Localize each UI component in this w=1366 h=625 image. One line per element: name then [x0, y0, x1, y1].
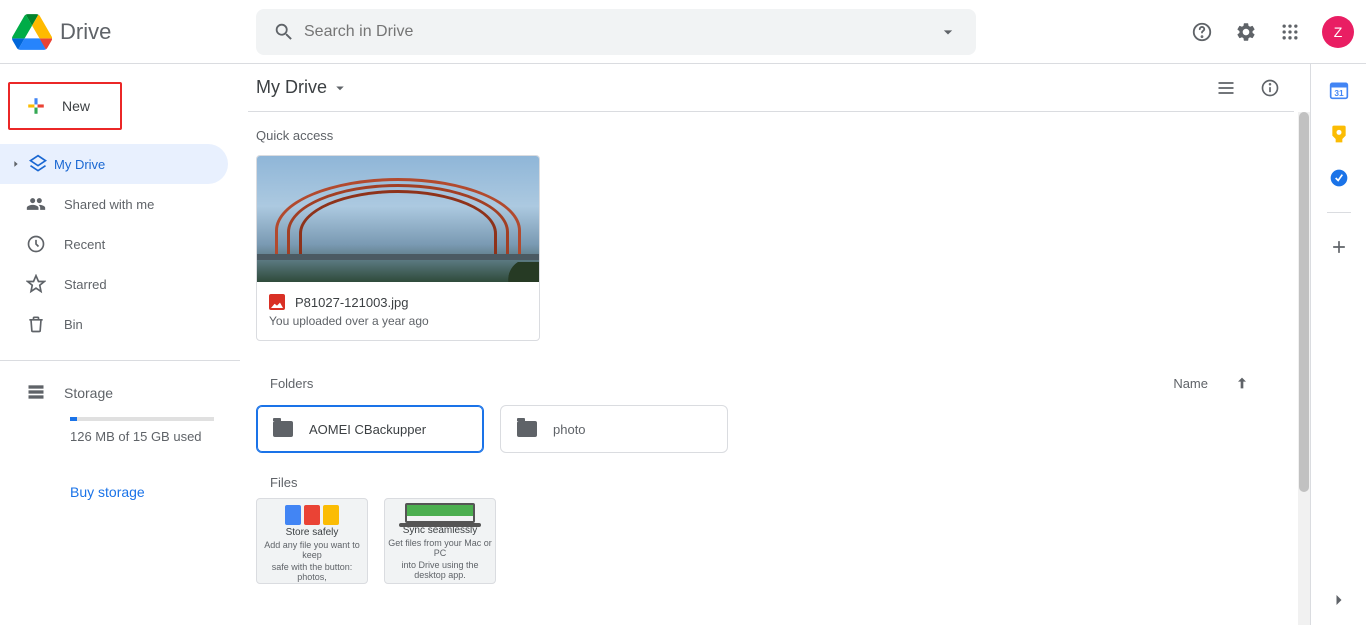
search-options[interactable] — [928, 12, 968, 52]
folder-card[interactable]: AOMEI CBackupper — [256, 405, 484, 453]
apps-button[interactable] — [1270, 12, 1310, 52]
app-name: Drive — [60, 19, 111, 45]
search-button[interactable] — [264, 12, 304, 52]
laptop-icon — [405, 503, 475, 523]
content-header: My Drive — [248, 64, 1294, 112]
expand-icon[interactable] — [10, 159, 22, 169]
apps-grid-icon — [1280, 22, 1300, 42]
dropdown-icon — [331, 79, 349, 97]
clock-icon — [26, 234, 46, 254]
sort-control[interactable]: Name — [1173, 375, 1250, 391]
promo-card[interactable]: Store safely Add any file you want to ke… — [256, 498, 368, 584]
breadcrumb[interactable]: My Drive — [252, 77, 349, 98]
chevron-right-icon — [1329, 590, 1349, 610]
details-button[interactable] — [1250, 68, 1290, 108]
buy-storage-link[interactable]: Buy storage — [0, 444, 240, 500]
tasks-icon[interactable] — [1329, 168, 1349, 188]
folders-title: Folders — [270, 376, 313, 391]
quick-access-title: Quick access — [240, 112, 1310, 155]
dropdown-icon — [938, 22, 958, 42]
calendar-icon[interactable]: 31 — [1329, 80, 1349, 100]
folder-card[interactable]: photo — [500, 405, 728, 453]
my-drive-icon — [28, 154, 48, 174]
plus-icon — [22, 92, 50, 120]
keep-icon[interactable] — [1329, 124, 1349, 144]
app-logo[interactable]: Drive — [12, 12, 256, 52]
quick-access-subtitle: You uploaded over a year ago — [269, 314, 527, 328]
shared-icon — [26, 194, 46, 214]
nav-shared[interactable]: Shared with me — [0, 184, 228, 224]
storage-section: Storage 126 MB of 15 GB used Buy storage — [0, 361, 240, 500]
svg-text:31: 31 — [1334, 88, 1344, 98]
promo-card[interactable]: Sync seamlessly Get files from your Mac … — [384, 498, 496, 584]
list-view-icon — [1216, 78, 1236, 98]
header-actions: Z — [1182, 12, 1358, 52]
storage-bar — [70, 417, 214, 421]
nav-section: My Drive Shared with me Recent Starred B… — [0, 144, 240, 361]
nav-storage[interactable]: Storage — [0, 373, 240, 413]
scrollbar-thumb[interactable] — [1299, 112, 1309, 492]
new-button-label: New — [62, 98, 90, 114]
side-panel: 31 — [1310, 64, 1366, 625]
settings-button[interactable] — [1226, 12, 1266, 52]
sort-arrow-up-icon — [1234, 375, 1250, 391]
add-addons-icon[interactable] — [1329, 237, 1349, 257]
storage-usage-text: 126 MB of 15 GB used — [0, 425, 240, 444]
main-content: My Drive Quick access — [240, 64, 1310, 625]
gear-icon — [1235, 21, 1257, 43]
folder-icon — [273, 421, 293, 437]
star-icon — [26, 274, 46, 294]
nav-bin[interactable]: Bin — [0, 304, 228, 344]
search-bar[interactable] — [256, 9, 976, 55]
image-file-icon — [269, 294, 285, 310]
app-header: Drive Z — [0, 0, 1366, 64]
folder-icon — [517, 421, 537, 437]
hide-side-panel[interactable] — [1319, 585, 1359, 625]
help-icon — [1191, 21, 1213, 43]
account-avatar[interactable]: Z — [1322, 16, 1354, 48]
quick-access-thumbnail — [257, 156, 539, 282]
list-view-button[interactable] — [1206, 68, 1246, 108]
scrollbar-track[interactable] — [1298, 112, 1310, 625]
drive-logo-icon — [12, 12, 52, 52]
search-input[interactable] — [304, 9, 928, 55]
trash-icon — [26, 314, 46, 334]
storage-icon — [26, 382, 46, 402]
new-button[interactable]: New — [8, 82, 122, 130]
sidebar: New My Drive Shared with me Recent Starr… — [0, 64, 240, 625]
nav-starred[interactable]: Starred — [0, 264, 228, 304]
nav-recent[interactable]: Recent — [0, 224, 228, 264]
files-title: Files — [240, 453, 1310, 498]
search-icon — [273, 21, 295, 43]
support-button[interactable] — [1182, 12, 1222, 52]
nav-my-drive[interactable]: My Drive — [0, 144, 228, 184]
info-icon — [1260, 78, 1280, 98]
quick-access-card[interactable]: P81027-121003.jpg You uploaded over a ye… — [256, 155, 540, 341]
quick-access-filename: P81027-121003.jpg — [295, 295, 409, 310]
